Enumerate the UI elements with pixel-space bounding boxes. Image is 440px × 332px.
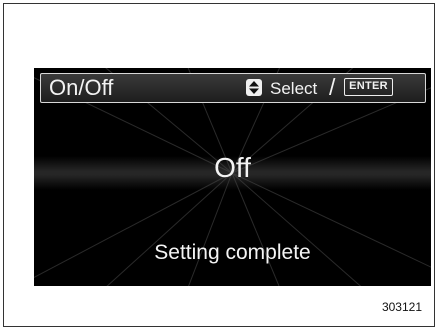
figure-frame: On/Off Select / ENTER Off Setting comple… — [3, 3, 435, 327]
hint-separator: / — [329, 74, 336, 100]
display-screen: On/Off Select / ENTER Off Setting comple… — [34, 68, 431, 286]
enter-button-icon: ENTER — [344, 78, 393, 96]
menu-title: On/Off — [49, 75, 114, 100]
setting-value: Off — [214, 152, 251, 183]
select-hint-label: Select — [270, 79, 318, 98]
figure-code: 303121 — [381, 300, 422, 314]
status-message: Setting complete — [154, 241, 311, 264]
up-down-arrows-icon — [246, 79, 262, 96]
menu-header: On/Off Select / ENTER — [40, 73, 426, 103]
